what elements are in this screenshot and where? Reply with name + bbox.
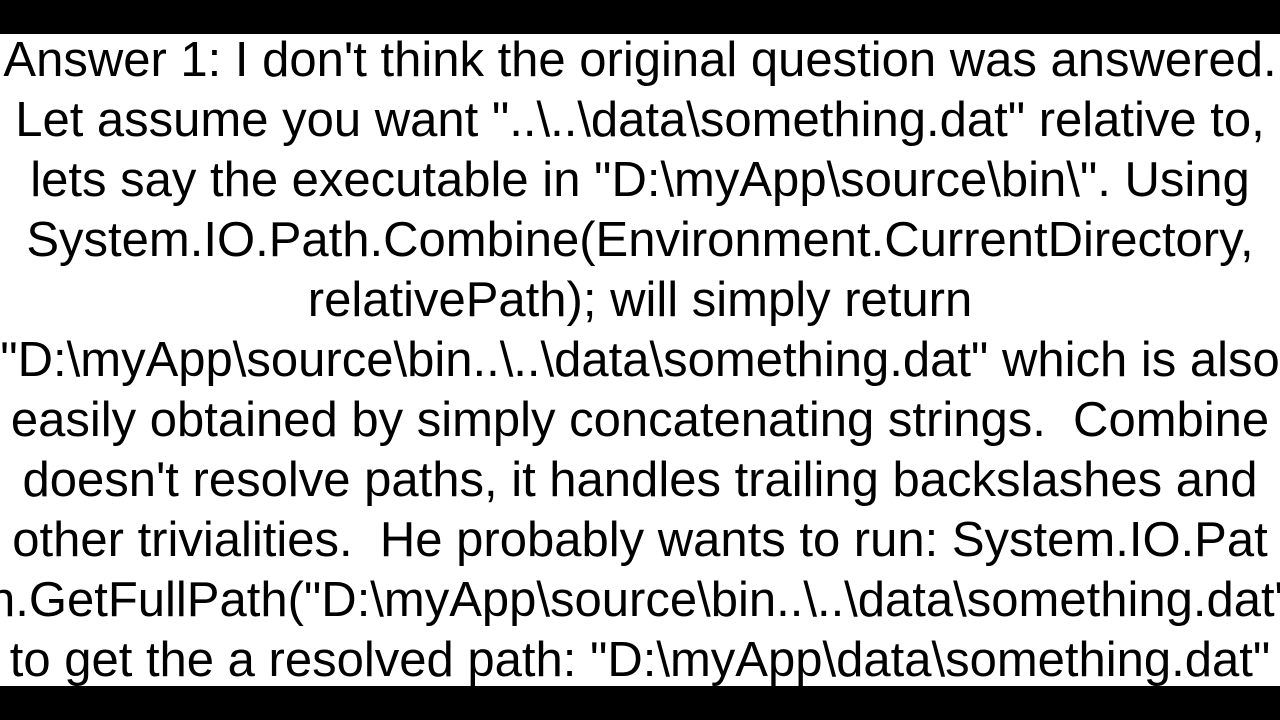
answer-line: Let assume you want "..\..\data\somethin… xyxy=(15,93,1265,147)
answer-line: other trivialities. He probably wants to… xyxy=(12,513,1267,567)
answer-line: easily obtained by simply concatenating … xyxy=(11,393,1269,447)
answer-line: relativePath); will simply return xyxy=(308,273,972,327)
answer-line: Answer 1: I don't think the original que… xyxy=(3,34,1276,87)
answer-line: "D:\myApp\source\bin..\..\data\something… xyxy=(0,333,1279,387)
answer-line: lets say the executable in "D:\myApp\sou… xyxy=(30,153,1250,207)
answer-text-block: Answer 1: I don't think the original que… xyxy=(0,34,1280,686)
answer-line: System.IO.Path.Combine(Environment.Curre… xyxy=(26,213,1253,267)
answer-line: h.GetFullPath("D:\myApp\source\bin..\..\… xyxy=(0,573,1280,627)
answer-line: doesn't resolve paths, it handles traili… xyxy=(22,453,1257,507)
content-viewport: Answer 1: I don't think the original que… xyxy=(0,34,1280,686)
answer-line: to get the a resolved path: "D:\myApp\da… xyxy=(10,633,1271,686)
